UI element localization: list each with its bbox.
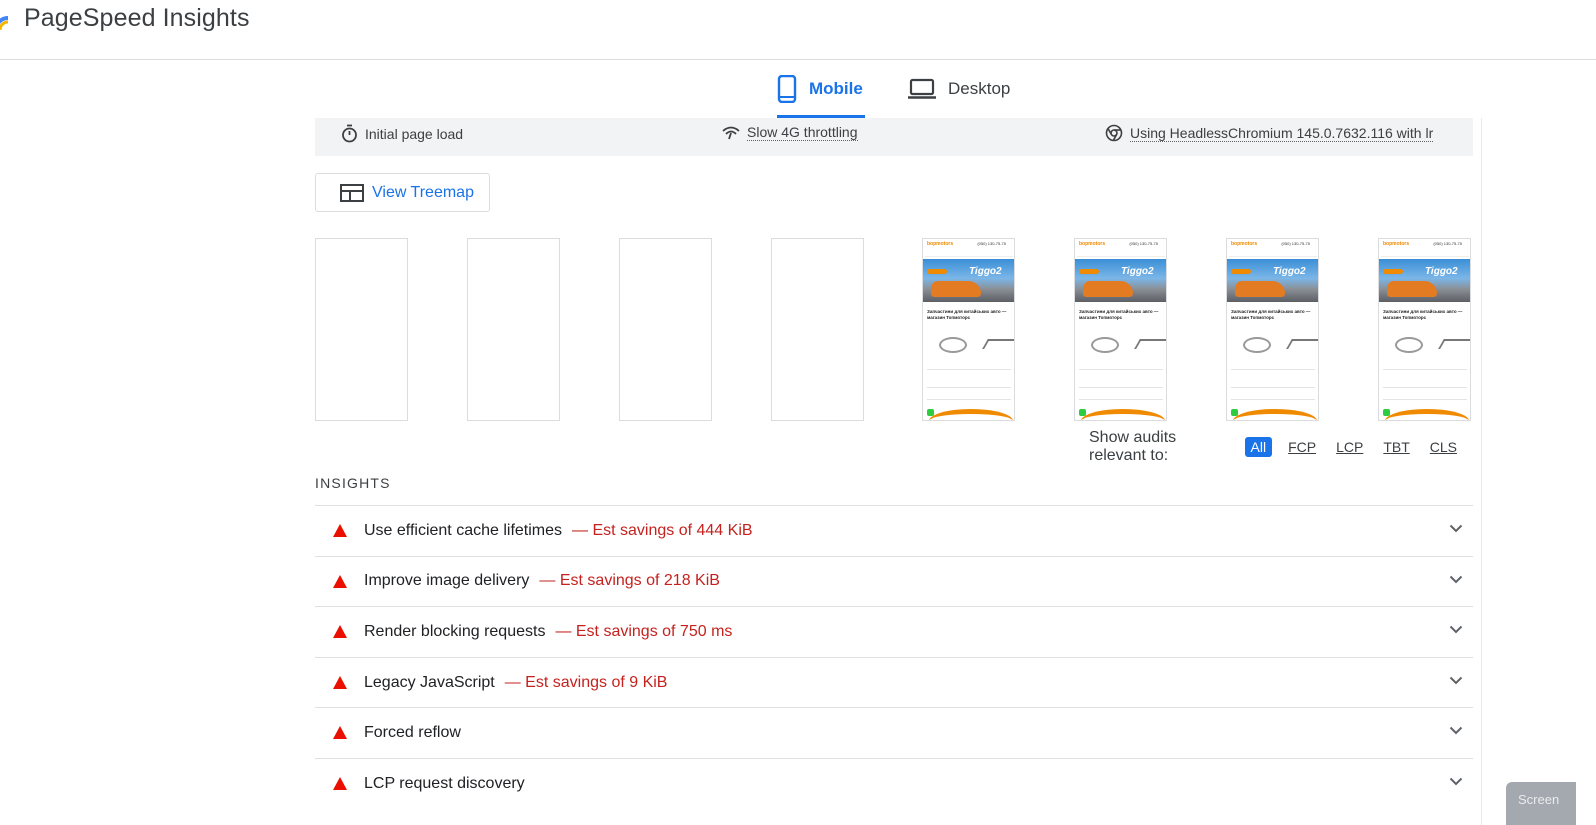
chevron-down-icon[interactable] — [1449, 777, 1463, 786]
thumbnail-caption: Запчастини для китайських авто — магазин… — [927, 309, 1007, 320]
fail-triangle-icon — [333, 726, 347, 740]
filmstrip-frame-loaded: bopmotors (050) 130-75-75 Tiggo2 Запчаст… — [1074, 238, 1167, 421]
insight-title: LCP request discovery — [364, 774, 525, 792]
chevron-down-icon[interactable] — [1449, 524, 1463, 533]
filter-chip-fcp[interactable]: FCP — [1284, 437, 1320, 457]
thumbnail-phone: (050) 130-75-75 — [1281, 241, 1310, 246]
page-screenshot-thumbnail: bopmotors (050) 130-75-75 Tiggo2 Запчаст… — [1075, 239, 1166, 420]
chevron-down-icon[interactable] — [1449, 575, 1463, 584]
initial-load-setting: Initial page load — [341, 124, 463, 143]
filmstrip-frame-loaded: bopmotors (050) 130-75-75 Tiggo2 Запчаст… — [1378, 238, 1471, 421]
fail-triangle-icon — [333, 524, 347, 537]
thumbnail-caption: Запчастини для китайських авто — магазин… — [1079, 309, 1159, 320]
content-border — [1481, 118, 1482, 825]
insight-item[interactable]: Improve image delivery — Est savings of 2… — [315, 555, 1473, 607]
thumbnail-hero-word: Tiggo2 — [1121, 266, 1154, 277]
screenshot-overlay-button[interactable]: Screen — [1506, 782, 1576, 825]
filmstrip-frame-blank — [619, 238, 712, 421]
thumbnail-brand: bopmotors — [1231, 241, 1258, 247]
insight-savings: — Est savings of 218 KiB — [539, 572, 720, 590]
insight-title: Use efficient cache lifetimes — [364, 521, 563, 539]
thumbnail-brand: bopmotors — [1079, 241, 1106, 247]
thumbnail-hero-word: Tiggo2 — [1425, 266, 1458, 277]
fail-triangle-icon — [333, 776, 347, 790]
thumbnail-caption: Запчастини для китайських авто — магазин… — [1231, 309, 1311, 320]
chevron-down-icon[interactable] — [1449, 726, 1463, 735]
insight-title: Improve image delivery — [364, 572, 530, 590]
thumbnail-hero-word: Tiggo2 — [1273, 266, 1306, 277]
filmstrip: bopmotors (050) 130-75-75 Tiggo2 Запчаст… — [315, 238, 1473, 422]
thumbnail-phone: (050) 130-75-75 — [977, 241, 1006, 246]
chevron-down-icon[interactable] — [1449, 625, 1463, 634]
thumbnail-caption: Запчастини для китайських авто — магазин… — [1383, 309, 1463, 320]
browser-setting[interactable]: Using HeadlessChromium 145.0.7632.116 wi… — [1105, 124, 1434, 142]
thumbnail-brand: bopmotors — [1383, 241, 1410, 247]
insight-item[interactable]: Legacy JavaScript — Est savings of 9 KiB — [315, 656, 1473, 708]
laptop-icon — [908, 78, 936, 100]
chevron-down-icon[interactable] — [1449, 676, 1463, 685]
report-content: Initial page load Slow 4G throttling Usi… — [315, 118, 1473, 825]
audit-filter-label: Show audits relevant to: — [1089, 429, 1177, 464]
insight-savings: — Est savings of 444 KiB — [572, 521, 753, 539]
tab-desktop[interactable]: Desktop — [908, 60, 1010, 118]
insights-list: Use efficient cache lifetimes — Est savin… — [315, 505, 1473, 809]
filmstrip-frame-blank — [771, 238, 864, 421]
filter-chip-lcp[interactable]: LCP — [1332, 437, 1367, 457]
filter-chip-all[interactable]: All — [1244, 437, 1273, 457]
audit-filter: Show audits relevant to: All FCP LCP TBT… — [1089, 429, 1473, 464]
app-title: PageSpeed Insights — [24, 4, 250, 32]
throttling-setting[interactable]: Slow 4G throttling — [722, 124, 858, 141]
thumbnail-brand: bopmotors — [927, 241, 954, 247]
filmstrip-frame-loaded: bopmotors (050) 130-75-75 Tiggo2 Запчаст… — [1226, 238, 1319, 421]
insight-savings: — Est savings of 750 ms — [555, 622, 733, 640]
insight-item[interactable]: LCP request discovery — [315, 757, 1473, 809]
page-screenshot-thumbnail: bopmotors (050) 130-75-75 Tiggo2 Запчаст… — [923, 239, 1014, 420]
device-tabs: Mobile Desktop — [0, 60, 1596, 118]
insight-item[interactable]: Forced reflow — [315, 707, 1473, 758]
app-header: PageSpeed Insights — [0, 0, 1596, 60]
filter-chip-tbt[interactable]: TBT — [1379, 437, 1413, 457]
pagespeed-logo-icon — [0, 16, 9, 31]
filmstrip-frame-loaded: bopmotors (050) 130-75-75 Tiggo2 Запчаст… — [922, 238, 1015, 421]
treemap-icon — [340, 183, 364, 202]
filmstrip-frame-blank — [467, 238, 560, 421]
tab-mobile[interactable]: Mobile — [777, 60, 863, 118]
filter-chip-cls[interactable]: CLS — [1426, 437, 1461, 457]
page-screenshot-thumbnail: bopmotors (050) 130-75-75 Tiggo2 Запчаст… — [1227, 239, 1318, 420]
tab-mobile-label: Mobile — [809, 79, 863, 98]
fail-triangle-icon — [333, 675, 347, 689]
smartphone-icon — [777, 75, 797, 103]
insight-title: Forced reflow — [364, 724, 461, 742]
thumbnail-phone: (050) 130-75-75 — [1433, 241, 1462, 246]
throttling-label: Slow 4G throttling — [747, 124, 858, 141]
insights-section-title: INSIGHTS — [315, 475, 391, 491]
signal-icon — [722, 126, 740, 140]
fail-triangle-icon — [333, 574, 347, 588]
stopwatch-icon — [341, 124, 358, 143]
thumbnail-hero-word: Tiggo2 — [969, 266, 1002, 277]
insight-item[interactable]: Render blocking requests — Est savings of… — [315, 606, 1473, 657]
tab-desktop-label: Desktop — [948, 79, 1011, 98]
insight-item[interactable]: Use efficient cache lifetimes — Est savin… — [315, 505, 1473, 556]
runtime-settings-bar: Initial page load Slow 4G throttling Usi… — [315, 118, 1473, 156]
page-screenshot-thumbnail: bopmotors (050) 130-75-75 Tiggo2 Запчаст… — [1379, 239, 1470, 420]
view-treemap-label: View Treemap — [372, 183, 474, 201]
thumbnail-phone: (050) 130-75-75 — [1129, 241, 1158, 246]
insight-title: Legacy JavaScript — [364, 673, 495, 691]
filmstrip-frame-blank — [315, 238, 408, 421]
view-treemap-button[interactable]: View Treemap — [315, 173, 490, 212]
browser-label: Using HeadlessChromium 145.0.7632.116 wi… — [1130, 124, 1434, 142]
chrome-icon — [1105, 124, 1123, 142]
insight-title: Render blocking requests — [364, 622, 546, 640]
insight-savings: — Est savings of 9 KiB — [504, 673, 668, 691]
fail-triangle-icon — [333, 625, 347, 639]
initial-load-label: Initial page load — [365, 125, 464, 142]
